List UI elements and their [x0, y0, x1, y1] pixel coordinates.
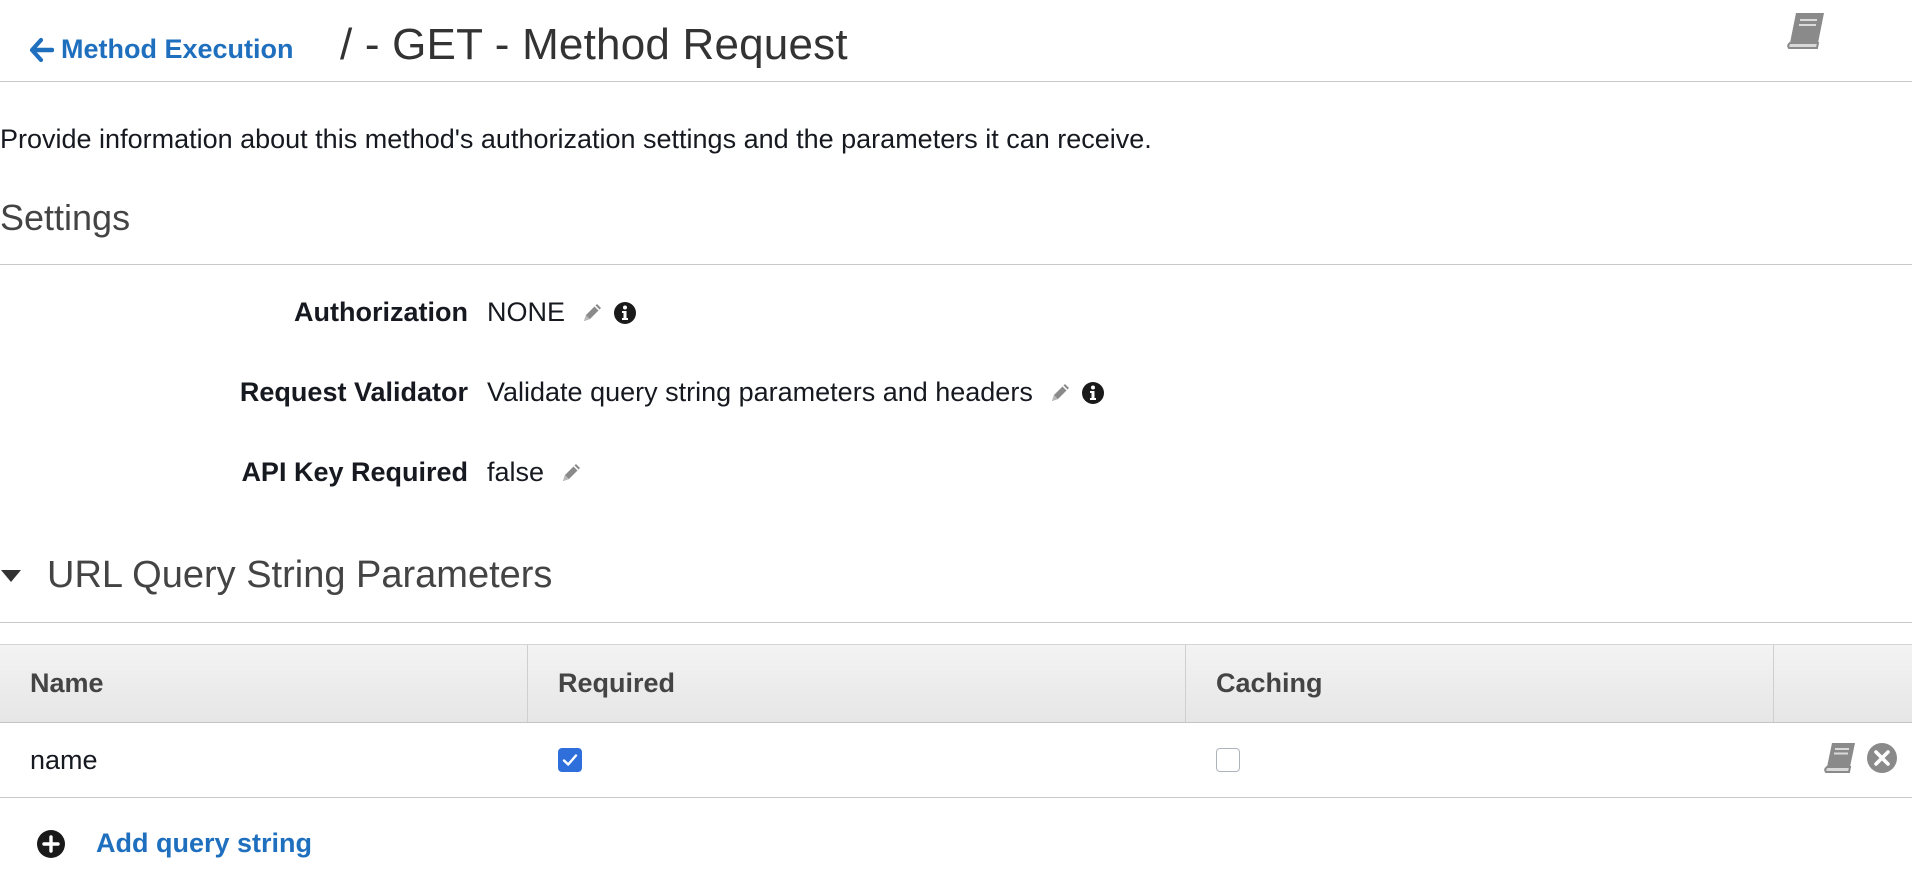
- authorization-value: NONE: [487, 297, 566, 327]
- pencil-icon[interactable]: [1047, 380, 1073, 406]
- required-cell: [528, 723, 1186, 797]
- request-validator-label: Request Validator: [239, 377, 468, 407]
- setting-row-authorization: Authorization NONE: [0, 297, 1912, 337]
- api-key-required-label: API Key Required: [241, 457, 468, 487]
- table-header: Name Required Caching: [0, 644, 1912, 723]
- query-params-divider: [0, 622, 1912, 623]
- back-to-method-execution-link[interactable]: Method Execution: [30, 34, 294, 65]
- param-name-cell: name: [30, 744, 98, 775]
- info-icon[interactable]: [1081, 381, 1105, 405]
- column-header-caching: Caching: [1186, 645, 1774, 722]
- api-key-required-value: false: [487, 457, 545, 487]
- page-description: Provide information about this method's …: [0, 124, 1152, 154]
- url-query-string-parameters-toggle[interactable]: URL Query String Parameters: [0, 554, 552, 597]
- book-icon[interactable]: [1822, 741, 1858, 775]
- checkmark-icon: [562, 754, 578, 766]
- close-circle-icon[interactable]: [1866, 742, 1898, 774]
- column-header-name: Name: [0, 645, 528, 722]
- page-header: Method Execution / - GET - Method Reques…: [0, 0, 1912, 82]
- caret-down-icon: [1, 569, 21, 582]
- authorization-value-container: NONE: [487, 297, 637, 328]
- url-query-string-parameters-title: URL Query String Parameters: [47, 554, 553, 596]
- query-params-table: Name Required Caching name: [0, 644, 1912, 798]
- table-row: name: [0, 723, 1912, 798]
- add-query-string-label: Add query string: [96, 828, 313, 858]
- page-title: / - GET - Method Request: [340, 20, 848, 69]
- info-icon[interactable]: [613, 301, 637, 325]
- pencil-icon[interactable]: [558, 460, 584, 486]
- back-link-label: Method Execution: [61, 34, 294, 64]
- caching-checkbox[interactable]: [1216, 748, 1240, 772]
- method-request-page: Method Execution / - GET - Method Reques…: [0, 0, 1912, 882]
- plus-circle-icon: [37, 829, 65, 858]
- caching-cell: [1186, 723, 1774, 797]
- request-validator-value: Validate query string parameters and hea…: [487, 377, 1033, 407]
- setting-row-request-validator: Request Validator Validate query string …: [0, 377, 1912, 417]
- setting-row-api-key-required: API Key Required false: [0, 457, 1912, 497]
- required-checkbox[interactable]: [558, 748, 582, 772]
- book-icon[interactable]: [1784, 10, 1828, 52]
- authorization-label: Authorization: [294, 297, 468, 327]
- add-query-string-button[interactable]: Add query string: [36, 828, 312, 859]
- column-header-required: Required: [528, 645, 1186, 722]
- api-key-required-value-container: false: [487, 457, 584, 488]
- settings-divider: [0, 264, 1912, 265]
- row-actions: [1822, 741, 1898, 775]
- settings-section-title: Settings: [0, 197, 131, 238]
- pencil-icon[interactable]: [579, 300, 605, 326]
- arrow-left-icon: [30, 37, 54, 62]
- request-validator-value-container: Validate query string parameters and hea…: [487, 377, 1105, 408]
